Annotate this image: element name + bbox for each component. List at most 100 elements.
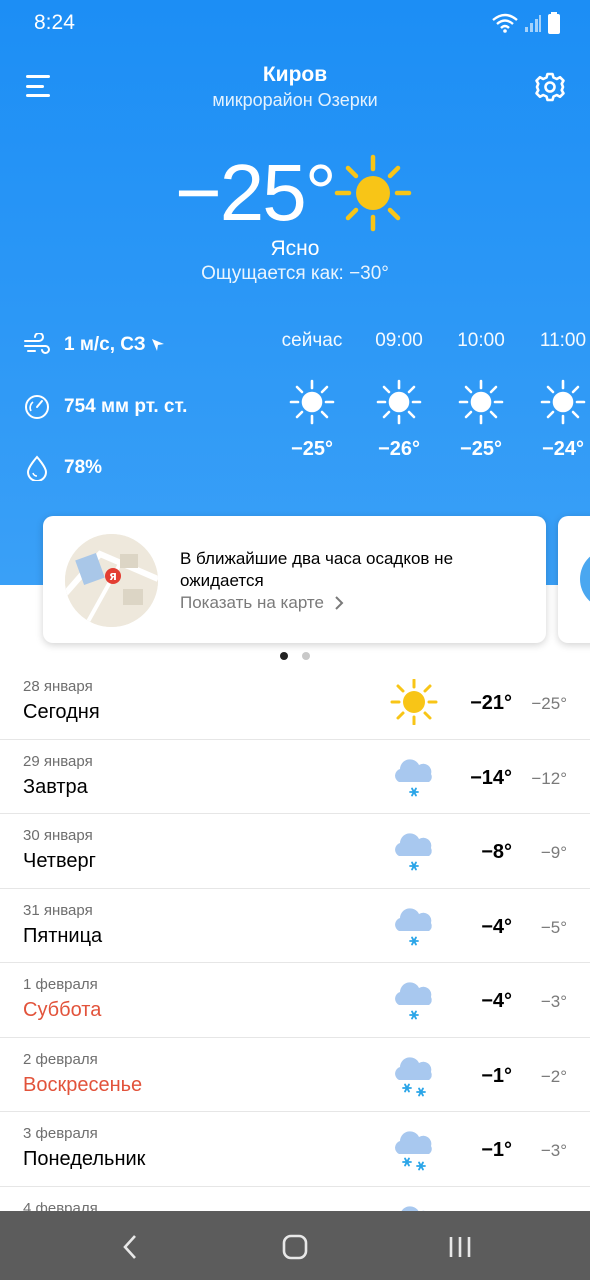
status-bar: 8:24 (0, 0, 590, 48)
sun-icon (376, 379, 422, 425)
hour-temperature: −26° (378, 438, 420, 460)
map-thumbnail[interactable]: Я (65, 534, 158, 627)
day-min-temperature: −25° (531, 694, 567, 713)
wind-icon (24, 333, 50, 354)
sun-icon (289, 379, 335, 425)
day-name: Пятница (23, 924, 103, 947)
wifi-icon (492, 13, 518, 33)
district-name[interactable]: микрорайон Озерки (0, 90, 590, 111)
recent-apps-button[interactable] (440, 1227, 480, 1267)
day-row[interactable]: 28 января Сегодня −21° −25° (0, 665, 590, 740)
home-button[interactable] (275, 1227, 315, 1267)
day-row[interactable]: 3 февраля Понедельник −1° −3° (0, 1112, 590, 1187)
show-on-map-label: Показать на карте (180, 593, 324, 612)
map-badge: Я (109, 572, 117, 583)
day-min-temperature: −5° (540, 917, 567, 937)
precipitation-card[interactable]: Я В ближайшие два часа осадков не ожидае… (43, 516, 546, 643)
carousel-dot (302, 652, 310, 660)
carousel-dot-active (280, 652, 288, 660)
hour-temperature: −25° (460, 438, 502, 460)
day-max-temperature: −1° (481, 1064, 512, 1087)
day-date: 30 января (23, 827, 93, 844)
humidity-value: 78% (64, 457, 103, 478)
recent-apps-icon (449, 1237, 471, 1257)
humidity-row: 78% (24, 455, 102, 481)
wind-row: 1 м/с, СЗ (24, 333, 166, 357)
sun-icon (540, 379, 586, 425)
day-date: 1 февраля (23, 976, 98, 993)
hourly-item[interactable]: 09:00 −26° (359, 330, 439, 461)
hour-label: 11:00 (539, 330, 587, 351)
globe-icon (580, 556, 590, 602)
droplet-icon (26, 455, 48, 481)
pressure-gauge-icon (25, 395, 49, 419)
hourly-item[interactable]: 11:00 −24° (523, 330, 590, 461)
chevron-right-icon (335, 596, 344, 610)
day-name: Сегодня (23, 701, 100, 723)
back-icon (123, 1235, 136, 1259)
wind-direction-icon (151, 339, 164, 351)
signal-icon (525, 15, 541, 32)
hour-temperature: −25° (291, 438, 333, 460)
hour-label: 09:00 (375, 330, 423, 351)
system-navigation-bar (0, 1211, 590, 1280)
feels-like: Ощущается как: −30° (201, 263, 389, 284)
battery-icon (548, 12, 560, 34)
day-date: 2 февраля (23, 1050, 98, 1068)
cloud-heavy-snow-icon (389, 1052, 439, 1098)
day-max-temperature: −14° (470, 766, 512, 789)
cloud-snow-icon (389, 754, 439, 800)
hourly-item[interactable]: 10:00 −25° (441, 330, 521, 461)
day-min-temperature: −12° (531, 768, 567, 788)
day-row[interactable]: 29 января Завтра −14° −12° (0, 740, 590, 814)
hour-label: 10:00 (457, 330, 505, 351)
cloud-heavy-snow-icon (389, 1126, 439, 1172)
cloud-snow-icon (389, 828, 439, 874)
day-min-temperature: −3° (540, 1141, 567, 1160)
map-icon: Я (65, 534, 158, 627)
day-date: 31 января (23, 901, 93, 919)
wind-value: 1 м/с, СЗ (64, 334, 146, 355)
weather-hero: 8:24 Киров микрорайон Озерки −25° Ясно О… (0, 0, 590, 585)
day-date: 28 января (23, 678, 93, 695)
day-name: Воскресенье (23, 1073, 143, 1096)
sun-icon (458, 379, 504, 425)
day-row[interactable]: 30 января Четверг −8° −9° (0, 814, 590, 889)
cloud-snow-icon (389, 977, 439, 1023)
city-name[interactable]: Киров (0, 63, 590, 87)
daily-forecast-list: 28 января Сегодня −21° −25° 29 января За… (0, 665, 590, 1261)
day-min-temperature: −2° (540, 1066, 567, 1086)
day-max-temperature: −4° (481, 915, 512, 938)
current-temperature: −25° (175, 148, 337, 237)
hourly-forecast[interactable]: сейчас −25° 09:00 −26° 10:00 −25° 11:00 … (270, 330, 590, 490)
day-max-temperature: −8° (481, 841, 512, 863)
hour-label: сейчас (281, 330, 343, 351)
day-min-temperature: −9° (540, 843, 567, 862)
day-name: Суббота (23, 999, 102, 1021)
home-icon (282, 1234, 308, 1260)
precipitation-text: В ближайшие два часа осадков не ожидаетс… (180, 549, 454, 590)
day-name: Понедельник (23, 1148, 146, 1170)
pressure-row: 754 мм рт. ст. (24, 394, 187, 420)
pressure-value: 754 мм рт. ст. (64, 396, 188, 417)
day-row[interactable]: 31 января Пятница −4° −5° (0, 889, 590, 963)
sun-icon (334, 154, 412, 232)
status-time: 8:24 (34, 11, 75, 34)
show-on-map-link[interactable]: Показать на карте (180, 593, 344, 613)
hourly-item[interactable]: сейчас −25° (272, 330, 352, 461)
day-row[interactable]: 2 февраля Воскресенье −1° −2° (0, 1038, 590, 1112)
back-button[interactable] (110, 1227, 150, 1267)
day-row[interactable]: 1 февраля Суббота −4° −3° (0, 963, 590, 1038)
next-card-peek[interactable] (558, 516, 590, 643)
hour-temperature: −24° (542, 438, 584, 460)
carousel-dots (0, 652, 590, 660)
current-condition: Ясно (270, 237, 320, 260)
gear-icon[interactable] (533, 70, 567, 104)
day-name: Завтра (23, 775, 88, 798)
day-name: Четверг (23, 850, 96, 872)
cloud-snow-icon (389, 903, 439, 949)
day-min-temperature: −3° (540, 992, 567, 1011)
day-max-temperature: −1° (481, 1139, 512, 1161)
day-max-temperature: −21° (470, 692, 512, 714)
status-icons (492, 12, 560, 34)
